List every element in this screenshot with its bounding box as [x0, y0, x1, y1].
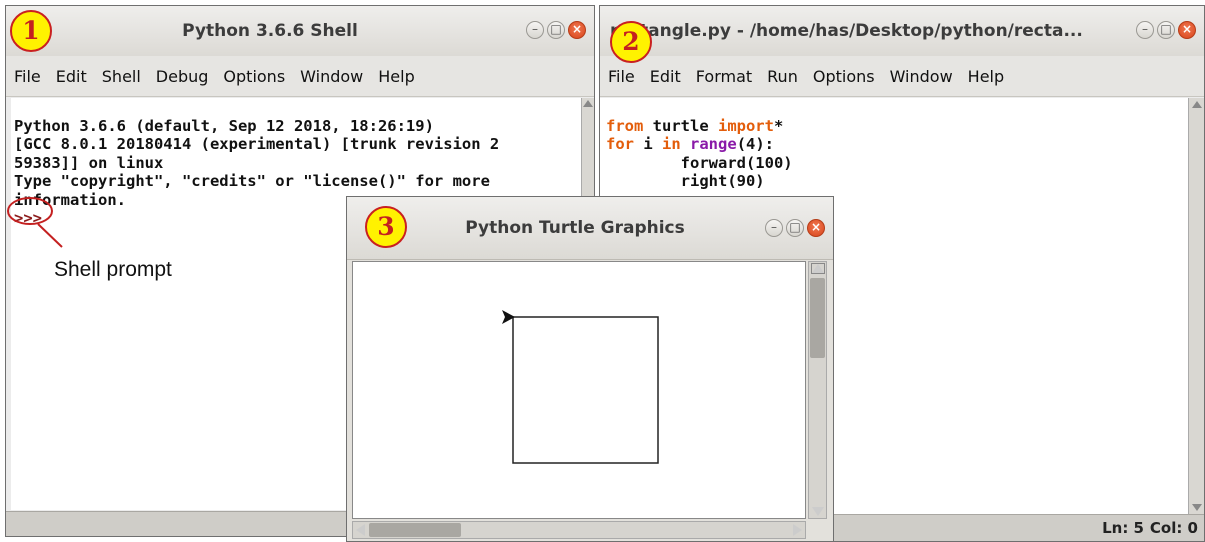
shell-line: Type "copyright", "credits" or "license(…: [14, 172, 490, 190]
menu-run[interactable]: Run: [767, 67, 798, 86]
editor-title: rectangle.py - /home/has/Desktop/python/…: [610, 21, 1083, 41]
drawn-square: [512, 316, 659, 464]
code-line: forward(100): [606, 153, 793, 172]
turtle-drawing: [502, 310, 659, 464]
turtle-title: Python Turtle Graphics: [465, 218, 685, 238]
module-name: turtle: [643, 116, 718, 135]
turtle-canvas[interactable]: [352, 261, 806, 519]
minimize-icon[interactable]: –: [526, 21, 544, 39]
menu-edit[interactable]: Edit: [56, 67, 87, 86]
keyword-in: in: [662, 135, 681, 153]
editor-menubar: File Edit Format Run Options Window Help: [600, 56, 1204, 97]
keyword-from: from: [606, 116, 644, 135]
shell-line: 59383]] on linux: [14, 153, 164, 172]
minimize-icon[interactable]: –: [765, 219, 783, 237]
shell-line: [GCC 8.0.1 20180414 (experimental) [trun…: [14, 135, 500, 153]
menu-options[interactable]: Options: [813, 67, 875, 86]
scroll-up-icon[interactable]: [583, 100, 593, 107]
scroll-hthumb[interactable]: [369, 523, 461, 537]
menu-file[interactable]: File: [608, 67, 635, 86]
turtle-vscrollbar[interactable]: [808, 261, 827, 519]
step-badge-1: 1: [10, 10, 52, 52]
scroll-left-icon[interactable]: [356, 524, 365, 536]
turtle-window: Python Turtle Graphics – □ ×: [346, 196, 834, 542]
menu-shell[interactable]: Shell: [102, 67, 141, 86]
editor-scrollbar[interactable]: [1188, 98, 1204, 514]
minimize-icon[interactable]: –: [1136, 21, 1154, 39]
close-icon[interactable]: ×: [807, 219, 825, 237]
column-number: Col: 0: [1149, 519, 1198, 537]
keyword-for: for: [606, 135, 634, 153]
menu-debug[interactable]: Debug: [156, 67, 209, 86]
shell-menubar: File Edit Shell Debug Options Window Hel…: [6, 56, 594, 97]
keyword-import: import: [717, 116, 774, 135]
menu-help[interactable]: Help: [968, 67, 1004, 86]
menu-window[interactable]: Window: [890, 67, 953, 86]
scroll-up-icon[interactable]: [810, 263, 825, 274]
shell-prompt-annotation: Shell prompt: [54, 258, 172, 281]
scroll-down-icon[interactable]: [812, 507, 824, 516]
menu-format[interactable]: Format: [696, 67, 752, 86]
prompt-highlight-ellipse: [7, 197, 53, 225]
maximize-icon[interactable]: □: [786, 219, 804, 237]
step-badge-2: 2: [610, 21, 652, 63]
shell-title: Python 3.6.6 Shell: [182, 21, 358, 41]
scroll-right-icon[interactable]: [793, 524, 802, 536]
close-icon[interactable]: ×: [1178, 21, 1196, 39]
scroll-thumb[interactable]: [810, 278, 825, 358]
line-number: Ln: 5: [1102, 519, 1144, 537]
editor-titlebar[interactable]: rectangle.py - /home/has/Desktop/python/…: [600, 6, 1204, 57]
range-args: (4):: [736, 135, 775, 153]
shell-titlebar[interactable]: Python 3.6.6 Shell – □ ×: [6, 6, 594, 57]
menu-help[interactable]: Help: [378, 67, 414, 86]
menu-options[interactable]: Options: [223, 67, 285, 86]
menu-edit[interactable]: Edit: [650, 67, 681, 86]
close-icon[interactable]: ×: [568, 21, 586, 39]
code-line: right(90): [606, 172, 765, 190]
builtin-range: range: [690, 135, 737, 153]
maximize-icon[interactable]: □: [1157, 21, 1175, 39]
scroll-up-icon[interactable]: [1191, 101, 1202, 108]
shell-line: Python 3.6.6 (default, Sep 12 2018, 18:2…: [14, 116, 434, 135]
code-line: from turtle import*: [606, 117, 1192, 136]
code-line: for i in range(4):: [606, 135, 1192, 154]
maximize-icon[interactable]: □: [547, 21, 565, 39]
menu-file[interactable]: File: [14, 67, 41, 86]
scroll-down-icon[interactable]: [1192, 504, 1202, 511]
turtle-titlebar[interactable]: Python Turtle Graphics – □ ×: [347, 197, 833, 260]
step-badge-3: 3: [365, 206, 407, 248]
import-star: *: [773, 116, 784, 135]
prompt-callout-line: [37, 223, 63, 248]
loop-var: i: [634, 135, 662, 153]
menu-window[interactable]: Window: [300, 67, 363, 86]
turtle-hscrollbar[interactable]: [352, 521, 806, 539]
